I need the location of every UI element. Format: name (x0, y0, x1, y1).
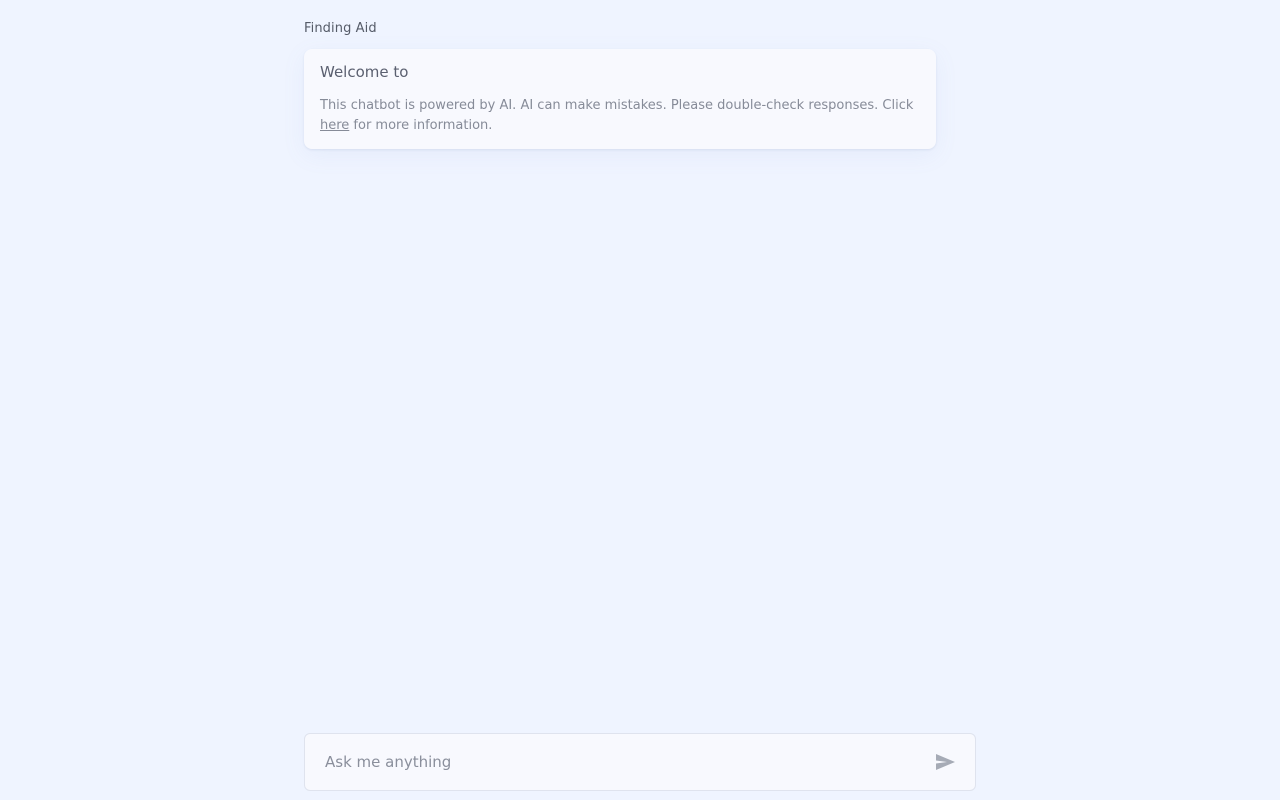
welcome-card: Welcome to This chatbot is powered by AI… (304, 49, 936, 149)
disclaimer-text-end: for more information. (349, 118, 493, 133)
ai-disclaimer: This chatbot is powered by AI. AI can ma… (320, 96, 920, 136)
message-input[interactable] (305, 734, 925, 790)
chat-app: Finding Aid Welcome to This chatbot is p… (0, 0, 1280, 800)
more-info-link[interactable]: here (320, 118, 349, 133)
send-icon (935, 754, 955, 770)
send-button[interactable] (925, 742, 965, 782)
disclaimer-text: This chatbot is powered by AI. AI can ma… (320, 98, 914, 113)
page-title: Finding Aid (304, 21, 377, 36)
message-composer (304, 733, 976, 791)
welcome-heading: Welcome to (320, 63, 409, 81)
